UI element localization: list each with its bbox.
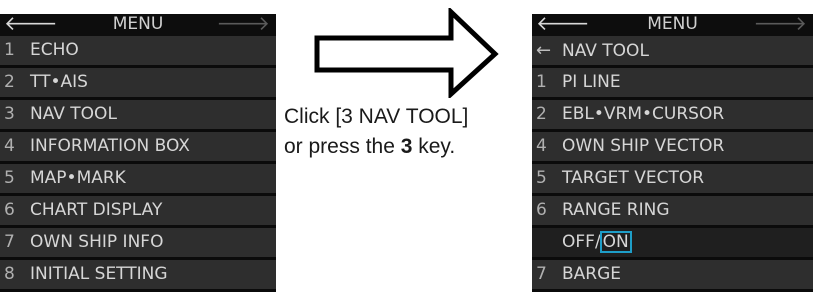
menu-item-range-ring[interactable]: 6 RANGE RING [532, 196, 813, 228]
menu-item-label: TARGET VECTOR [562, 168, 705, 188]
menu-item-label: EBL•VRM•CURSOR [562, 104, 725, 124]
menu-item-number: 5 [4, 168, 15, 188]
menu-item-chart-display[interactable]: 6 CHART DISPLAY [0, 196, 276, 228]
menu-item-number: 8 [4, 264, 15, 284]
menu-item-label: MAP•MARK [30, 168, 126, 188]
menu-item-label: TT•AIS [30, 72, 88, 92]
menu-item-label: PI LINE [562, 72, 621, 92]
menu-item-target-vector[interactable]: 5 TARGET VECTOR [532, 164, 813, 196]
option-off[interactable]: OFF [562, 232, 595, 252]
menu-item-echo[interactable]: 1 ECHO [0, 36, 276, 68]
menu-item-own-ship-info[interactable]: 7 OWN SHIP INFO [0, 228, 276, 260]
menu-item-label: INFORMATION BOX [30, 136, 190, 156]
menu-item-tt-ais[interactable]: 2 TT•AIS [0, 68, 276, 100]
menu-item-own-ship-vector[interactable]: 4 OWN SHIP VECTOR [532, 132, 813, 164]
menu-title: MENU [647, 14, 698, 34]
menu-item-barge[interactable]: 7 BARGE [532, 260, 813, 292]
back-arrow-icon: ← [536, 40, 552, 61]
option-on-selected[interactable]: ON [599, 231, 632, 253]
menu-item-information-box[interactable]: 4 INFORMATION BOX [0, 132, 276, 164]
menu-back-nav-tool[interactable]: ← NAV TOOL [532, 36, 813, 68]
instruction-suffix: key. [412, 135, 456, 158]
menu-item-number: 7 [4, 232, 15, 252]
menu-item-number: 1 [4, 40, 15, 60]
menu-item-number: 6 [4, 200, 15, 220]
menu-item-number: 1 [536, 72, 547, 92]
menu-item-label: OWN SHIP VECTOR [562, 136, 725, 156]
menu-item-ebl-vrm-cursor[interactable]: 2 EBL•VRM•CURSOR [532, 100, 813, 132]
menu-item-number: 2 [4, 72, 15, 92]
menu-header: 🡐 MENU 🡒 [532, 13, 813, 36]
option-separator: / [594, 232, 601, 252]
right-arrow-icon[interactable]: 🡒 [216, 13, 270, 33]
menu-item-number: 5 [536, 168, 547, 188]
range-ring-option-row: OFF/ON [532, 228, 813, 260]
menu-item-label: OWN SHIP INFO [30, 232, 164, 252]
menu-item-label: CHART DISPLAY [30, 200, 163, 220]
menu-header: 🡐 MENU 🡒 [0, 13, 276, 36]
menu-item-nav-tool[interactable]: 3 NAV TOOL [0, 100, 276, 132]
menu-item-label: ECHO [30, 40, 79, 60]
key-label: 3 [400, 135, 413, 158]
menu-item-map-mark[interactable]: 5 MAP•MARK [0, 164, 276, 196]
menu-item-label: NAV TOOL [30, 104, 117, 124]
menu-item-number: 3 [4, 104, 15, 124]
nav-tool-menu-panel: 🡐 MENU 🡒 ← NAV TOOL 1 PI LINE 2 EBL•VRM•CUR… [532, 13, 813, 292]
menu-item-label: NAV TOOL [562, 41, 649, 61]
left-arrow-icon[interactable]: 🡐 [4, 13, 58, 33]
menu-item-initial-setting[interactable]: 8 INITIAL SETTING [0, 260, 276, 292]
left-menu-panel: 🡐 MENU 🡒 1 ECHO 2 TT•AIS 3 NAV TOOL 4 INFORM… [0, 13, 276, 292]
instruction-line-1: Click [3 NAV TOOL] [284, 105, 469, 128]
range-ring-options: OFF/ON [532, 231, 632, 253]
menu-item-number: 7 [536, 264, 547, 284]
instruction-prefix: or press the [284, 135, 401, 158]
instruction-line-2: or press the 3 key. [284, 132, 534, 162]
transition-arrow-icon [314, 8, 499, 98]
menu-title: MENU [112, 14, 164, 34]
menu-item-number: 6 [536, 200, 547, 220]
menu-item-number: 2 [536, 104, 547, 124]
left-arrow-icon[interactable]: 🡐 [536, 13, 590, 33]
menu-item-number: 4 [4, 136, 15, 156]
menu-item-number: 4 [536, 136, 547, 156]
menu-item-pi-line[interactable]: 1 PI LINE [532, 68, 813, 100]
menu-item-label: BARGE [562, 264, 622, 284]
menu-item-label: RANGE RING [562, 200, 670, 220]
right-arrow-icon[interactable]: 🡒 [753, 13, 807, 33]
instruction-text: Click [3 NAV TOOL] or press the 3 key. [284, 102, 534, 162]
menu-item-label: INITIAL SETTING [30, 264, 168, 284]
